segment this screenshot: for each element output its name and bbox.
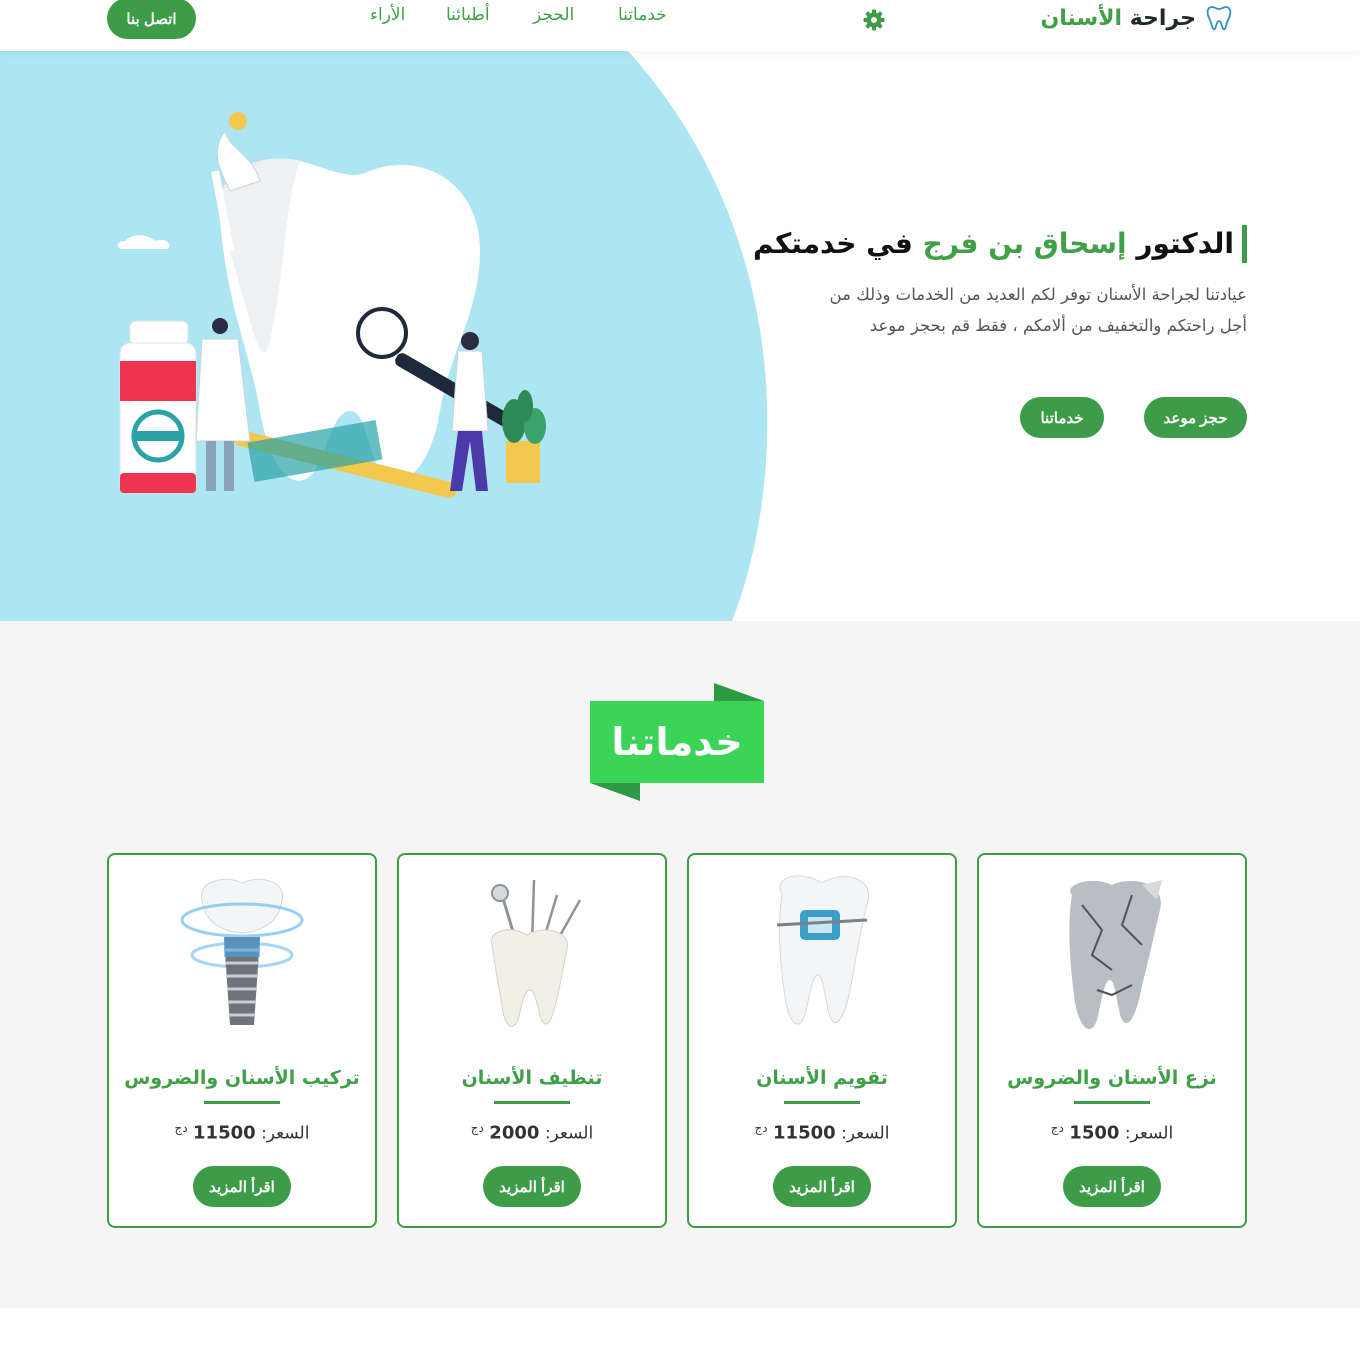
tooth-dental-tools-image bbox=[490, 879, 582, 1027]
tooth-braces-image bbox=[776, 875, 870, 1025]
nav-link-doctors[interactable]: أطبائنا bbox=[446, 5, 490, 25]
service-price: السعر: 11500 دج bbox=[689, 1121, 955, 1144]
nav-link-services[interactable]: خدماتنا bbox=[618, 5, 667, 25]
hero-title-suffix: في خدمتكم bbox=[753, 227, 913, 260]
price-value: 11500 bbox=[193, 1122, 256, 1144]
price-value: 2000 bbox=[489, 1122, 540, 1144]
our-services-button[interactable]: خدماتنا bbox=[1020, 397, 1104, 438]
price-label: السعر: bbox=[261, 1123, 310, 1144]
price-currency: دج bbox=[174, 1121, 188, 1135]
nav-link-booking[interactable]: الحجز bbox=[533, 5, 574, 25]
service-card-orthodontics: تقويم الأسنان السعر: 11500 دج اقرأ المزي… bbox=[687, 853, 957, 1228]
title-underline bbox=[204, 1101, 280, 1104]
service-card-extraction: نزع الأسنان والضروس السعر: 1500 دج اقرأ … bbox=[977, 853, 1247, 1228]
price-value: 1500 bbox=[1069, 1122, 1120, 1144]
service-title: تركيب الأسنان والضروس bbox=[124, 1067, 360, 1089]
service-card-implants: تركيب الأسنان والضروس السعر: 11500 دج اق… bbox=[107, 853, 377, 1228]
dental-implant-image bbox=[180, 878, 304, 1025]
service-title: نزع الأسنان والضروس bbox=[1007, 1067, 1217, 1089]
service-price: السعر: 11500 دج bbox=[109, 1121, 375, 1144]
nav-link-reviews[interactable]: الأراء bbox=[370, 5, 405, 25]
contact-us-button[interactable]: اتصل بنا bbox=[107, 0, 196, 39]
site-header: جراحة الأسنان خدماتنا الحجز أطبائنا الأر… bbox=[0, 0, 1360, 51]
logo-text: جراحة الأسنان bbox=[1040, 6, 1196, 31]
dental-care-illustration bbox=[117, 112, 546, 498]
price-label: السعر: bbox=[1124, 1123, 1174, 1144]
book-appointment-button[interactable]: حجز موعد bbox=[1144, 397, 1247, 438]
price-label: السعر: bbox=[544, 1123, 594, 1144]
price-currency: دج bbox=[754, 1121, 768, 1135]
read-more-button[interactable]: اقرأ المزيد bbox=[1063, 1166, 1161, 1207]
service-price: السعر: 1500 دج bbox=[979, 1121, 1245, 1144]
tooth-icon bbox=[1206, 6, 1232, 31]
hero-doctor-name: إسحاق بن فرج bbox=[922, 227, 1127, 260]
price-label: السعر: bbox=[841, 1123, 890, 1144]
service-card-cleaning: تنظيف الأسنان السعر: 2000 دج اقرأ المزيد bbox=[397, 853, 667, 1228]
services-heading: خدماتنا bbox=[611, 720, 743, 764]
title-underline bbox=[494, 1101, 570, 1104]
hero-title-prefix: الدكتور bbox=[1136, 227, 1234, 260]
price-currency: دج bbox=[1050, 1121, 1064, 1135]
services-section: خدماتنا نزع الأسنان والضروس السعر: 1500 … bbox=[0, 621, 1360, 1308]
read-more-button[interactable]: اقرأ المزيد bbox=[483, 1166, 581, 1207]
title-underline bbox=[1074, 1101, 1150, 1104]
read-more-button[interactable]: اقرأ المزيد bbox=[773, 1166, 871, 1207]
logo-word-1: جراحة bbox=[1129, 5, 1196, 31]
price-currency: دج bbox=[470, 1121, 484, 1135]
site-logo[interactable]: جراحة الأسنان bbox=[1040, 3, 1232, 33]
title-underline bbox=[784, 1101, 860, 1104]
service-title: تنظيف الأسنان bbox=[461, 1067, 603, 1089]
price-value: 11500 bbox=[773, 1122, 836, 1144]
broken-tooth-image bbox=[1069, 880, 1162, 1030]
service-price: السعر: 2000 دج bbox=[399, 1121, 665, 1144]
settings-gear-icon[interactable] bbox=[862, 8, 886, 32]
service-title: تقويم الأسنان bbox=[756, 1067, 888, 1089]
read-more-button[interactable]: اقرأ المزيد bbox=[193, 1166, 291, 1207]
hero-section: الدكتور إسحاق بن فرج في خدمتكم عيادتنا ل… bbox=[0, 51, 1360, 621]
hero-description: عيادتنا لجراحة الأسنان توفر لكم العديد م… bbox=[829, 285, 1247, 335]
logo-word-2: الأسنان bbox=[1040, 5, 1123, 31]
hero-title: الدكتور إسحاق بن فرج في خدمتكم bbox=[753, 225, 1247, 263]
